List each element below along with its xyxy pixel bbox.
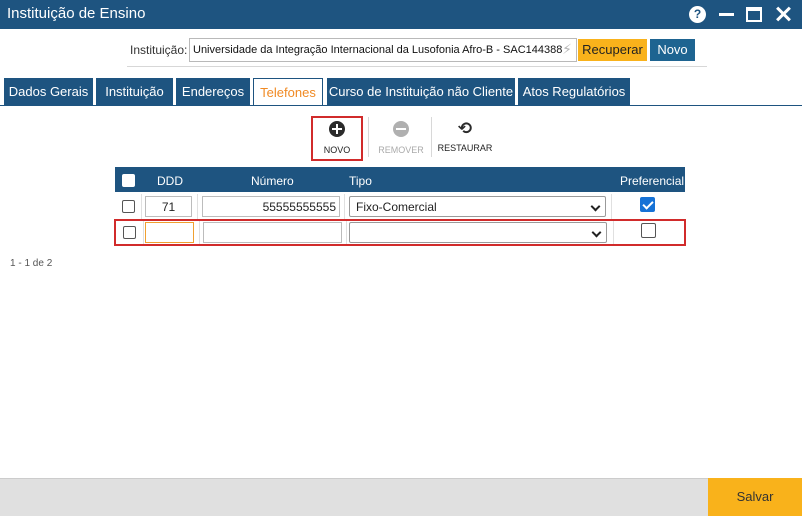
column-divider [143, 221, 144, 244]
chevron-down-icon [590, 201, 601, 212]
restaurar-label: RESTAURAR [437, 143, 493, 153]
chevron-down-icon [591, 227, 602, 238]
instituicao-label: Instituição: [130, 43, 188, 57]
remover-button[interactable]: REMOVER [376, 116, 426, 155]
novo-button[interactable]: NOVO [311, 116, 363, 161]
preferencial-checkbox[interactable] [641, 223, 656, 238]
tab-telefones[interactable]: Telefones [253, 78, 323, 106]
tab-instituicao[interactable]: Instituição [96, 78, 173, 105]
window-title: Instituição de Ensino [7, 5, 146, 22]
column-divider [197, 194, 198, 220]
tab-enderecos[interactable]: Endereços [176, 78, 250, 105]
restaurar-button[interactable]: ⟲ RESTAURAR [436, 116, 494, 153]
divider [127, 66, 707, 67]
header-tipo: Tipo [349, 174, 372, 188]
tab-dados-gerais[interactable]: Dados Gerais [4, 78, 93, 105]
row-checkbox[interactable] [123, 226, 136, 239]
numero-input[interactable] [203, 222, 342, 243]
header-numero: Número [251, 174, 294, 188]
plus-circle-icon [329, 121, 345, 137]
tab-atos-regulatorios[interactable]: Atos Regulatórios [518, 78, 630, 105]
tipo-select[interactable] [349, 222, 607, 243]
tabs-underline [0, 105, 802, 106]
column-divider [611, 194, 612, 220]
tab-curso-instituicao-nao-cliente[interactable]: Curso de Instituição não Cliente [327, 78, 515, 105]
column-divider [613, 221, 614, 244]
toolbar-separator [368, 117, 369, 157]
instituicao-value: Universidade da Integração Internacional… [193, 44, 563, 56]
table-row: 71 55555555555 Fixo-Comercial [115, 194, 685, 220]
table-row-new [114, 219, 686, 246]
toolbar-separator [431, 117, 432, 157]
close-icon[interactable] [775, 6, 791, 22]
novo-instituicao-button[interactable]: Novo [650, 39, 695, 61]
title-bar: Instituição de Ensino ? [0, 0, 802, 29]
numero-input[interactable]: 55555555555 [202, 196, 340, 217]
row-checkbox[interactable] [122, 200, 135, 213]
header-preferencial: Preferencial [620, 174, 685, 188]
remover-label: REMOVER [378, 145, 424, 155]
recuperar-button[interactable]: Recuperar [578, 39, 647, 61]
lightning-icon[interactable]: ⚡ [562, 41, 572, 58]
select-all-checkbox[interactable] [122, 174, 135, 187]
ddd-input[interactable]: 71 [145, 196, 192, 217]
tipo-value: Fixo-Comercial [356, 200, 437, 214]
pagination-info: 1 - 1 de 2 [10, 258, 53, 269]
salvar-button[interactable]: Salvar [708, 478, 802, 516]
column-divider [199, 221, 200, 244]
header-ddd: DDD [157, 174, 183, 188]
column-divider [344, 194, 345, 220]
maximize-icon[interactable] [746, 7, 762, 22]
tipo-select[interactable]: Fixo-Comercial [349, 196, 606, 217]
instituicao-row: Instituição: Universidade da Integração … [0, 38, 802, 62]
novo-label: NOVO [323, 145, 351, 155]
restore-icon: ⟲ [457, 119, 473, 138]
column-divider [346, 221, 347, 244]
minimize-icon[interactable] [719, 5, 734, 23]
preferencial-checkbox[interactable] [640, 197, 655, 212]
help-icon[interactable]: ? [689, 6, 706, 23]
footer-bar [0, 478, 802, 516]
instituicao-input[interactable]: Universidade da Integração Internacional… [189, 38, 577, 62]
column-divider [141, 194, 142, 220]
minus-circle-icon [393, 121, 409, 137]
ddd-input[interactable] [145, 222, 194, 243]
grid-header: DDD Número Tipo Preferencial [115, 167, 685, 192]
